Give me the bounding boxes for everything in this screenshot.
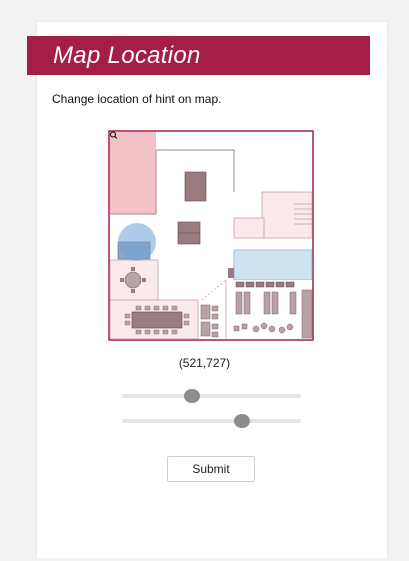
room-top-left bbox=[110, 132, 156, 214]
title-bar: Map Location bbox=[27, 36, 370, 75]
floor-plan-map[interactable] bbox=[108, 130, 314, 341]
slider-thumb[interactable] bbox=[233, 414, 250, 428]
stair-room bbox=[261, 191, 313, 239]
table bbox=[184, 171, 207, 202]
y-slider[interactable] bbox=[122, 414, 301, 428]
small-room bbox=[233, 217, 265, 239]
x-slider[interactable] bbox=[122, 389, 301, 403]
submit-button[interactable]: Submit bbox=[167, 456, 255, 482]
blue-room bbox=[233, 249, 313, 281]
page-title: Map Location bbox=[53, 41, 201, 69]
floor-plan-svg[interactable] bbox=[108, 130, 314, 341]
slider-track[interactable] bbox=[122, 419, 301, 423]
round-table bbox=[124, 271, 142, 289]
long-table bbox=[131, 311, 183, 329]
slider-thumb[interactable] bbox=[183, 389, 200, 403]
slider-track[interactable] bbox=[122, 394, 301, 398]
coordinates-readout: (521,727) bbox=[178, 356, 231, 370]
hint-marker[interactable] bbox=[118, 223, 156, 261]
instruction-text: Change location of hint on map. bbox=[52, 92, 222, 106]
